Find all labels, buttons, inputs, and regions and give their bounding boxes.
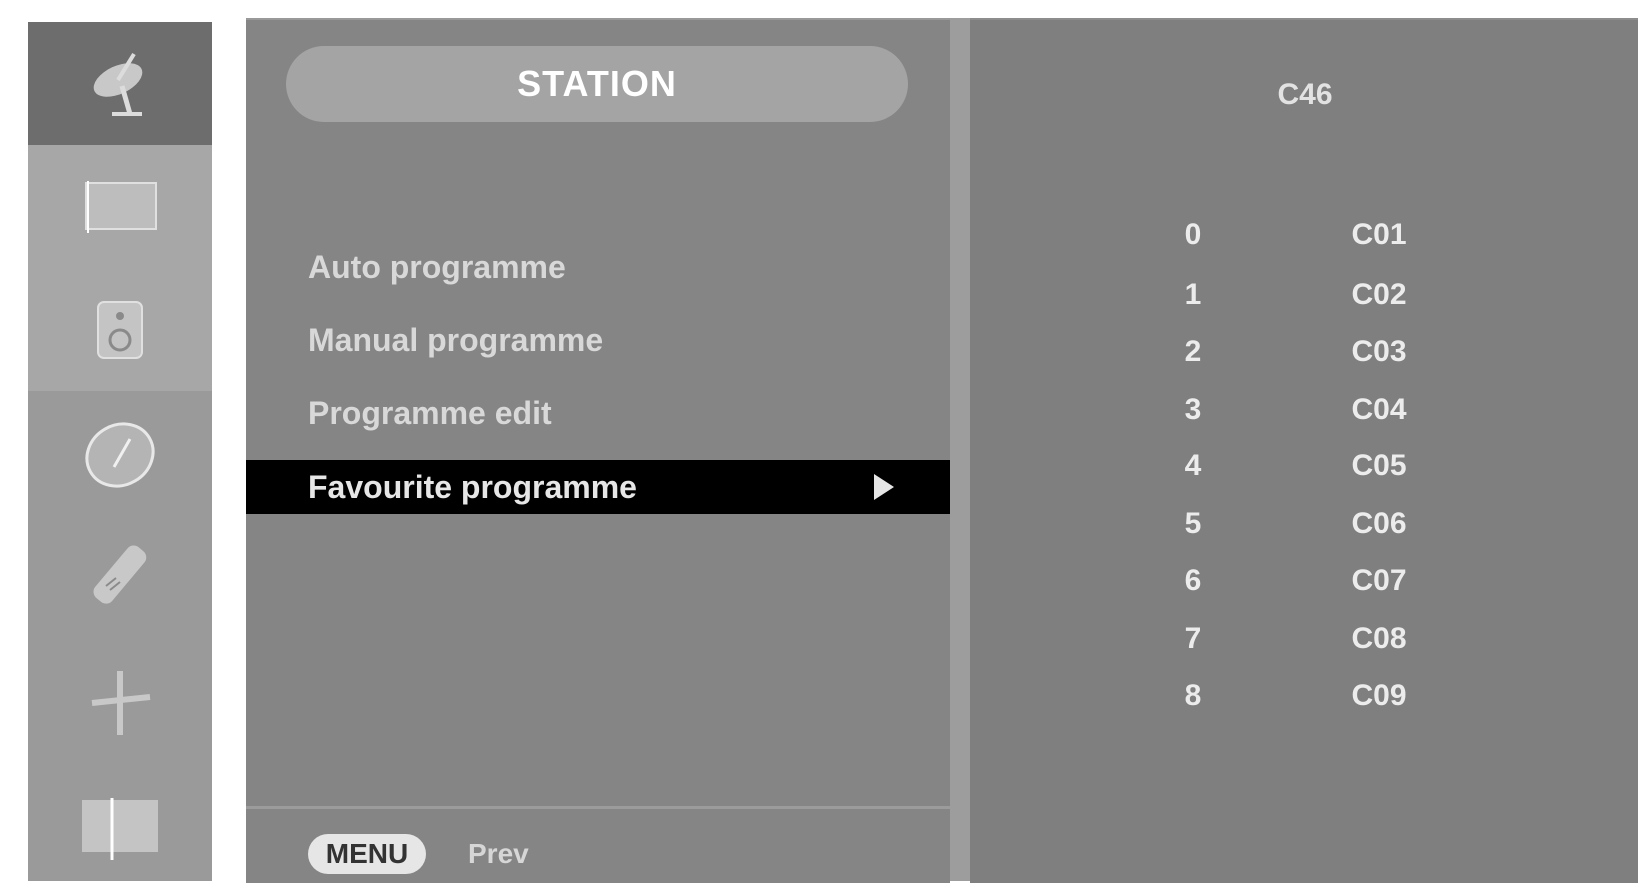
programme-name[interactable]: C07 <box>1324 561 1434 601</box>
programme-number: 2 <box>1184 335 1202 368</box>
picture-tab[interactable] <box>28 145 212 268</box>
special-icon <box>93 545 147 604</box>
menu-item-manual-programme[interactable]: Manual programme <box>308 318 603 362</box>
programme-list-panel <box>970 18 1638 883</box>
sound-tab[interactable] <box>28 268 212 391</box>
programme-number: 0 <box>1184 218 1202 251</box>
menu-item-favourite-programme[interactable]: Favourite programme <box>246 460 950 514</box>
programme-name[interactable]: C04 <box>1324 390 1434 430</box>
programme-number: 4 <box>1184 449 1202 482</box>
setup-tab[interactable] <box>28 637 212 760</box>
footer-hint: Prev <box>468 838 529 869</box>
programme-name[interactable]: C03 <box>1324 332 1434 372</box>
programme-name[interactable]: C01 <box>1324 215 1434 255</box>
programme-number: 6 <box>1184 564 1202 597</box>
satellite-dish-icon <box>93 52 143 116</box>
menu-item-auto-programme[interactable]: Auto programme <box>308 245 566 289</box>
programme-number: 1 <box>1184 278 1202 311</box>
menu-item-label: Favourite programme <box>308 468 637 505</box>
screen-tab[interactable] <box>28 760 212 883</box>
setup-icon <box>91 670 151 735</box>
programme-name[interactable]: C06 <box>1324 504 1434 544</box>
submenu-arrow-icon <box>874 474 894 500</box>
station-tab[interactable] <box>28 22 212 145</box>
programme-number: 7 <box>1184 622 1202 655</box>
current-channel-label: C46 <box>1277 78 1333 111</box>
station-menu-panel <box>246 18 950 883</box>
menu-icon-rail <box>28 22 212 881</box>
programme-name[interactable]: C05 <box>1324 446 1434 486</box>
menu-title: STATION <box>286 46 908 122</box>
panel-divider <box>950 18 970 881</box>
programme-number: 8 <box>1184 679 1202 712</box>
programme-number: 3 <box>1184 393 1202 426</box>
sound-icon <box>97 300 143 359</box>
screen-icon <box>82 797 158 860</box>
programme-number: 5 <box>1184 507 1202 540</box>
programme-name[interactable]: C02 <box>1324 275 1434 315</box>
time-icon <box>85 421 155 488</box>
time-tab[interactable] <box>28 391 212 514</box>
programme-name[interactable]: C09 <box>1324 676 1434 716</box>
picture-icon <box>85 180 157 233</box>
special-tab[interactable] <box>28 514 212 637</box>
menu-key-badge[interactable]: MENU <box>308 834 426 874</box>
programme-name[interactable]: C08 <box>1324 619 1434 659</box>
footer-divider <box>246 806 950 809</box>
menu-item-programme-edit[interactable]: Programme edit <box>308 391 552 435</box>
